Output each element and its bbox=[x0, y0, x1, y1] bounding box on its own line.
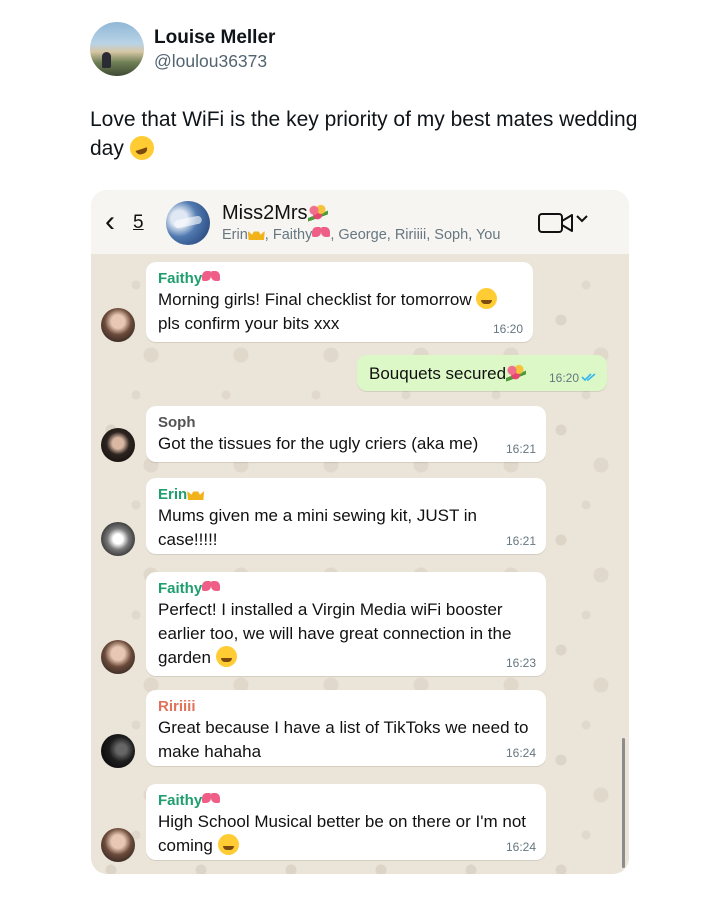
sender-name: Faithy bbox=[158, 580, 203, 597]
message-text-line: Great because I have a list of TikToks w… bbox=[158, 718, 529, 737]
bouquet-icon bbox=[506, 364, 527, 382]
message-bubble[interactable]: Faithy Perfect! I installed a Virgin Med… bbox=[146, 572, 546, 676]
message-text-line: Morning girls! Final checklist for tomor… bbox=[158, 288, 521, 312]
message-text-line: earlier too, we will have great connecti… bbox=[158, 624, 512, 643]
message-time: 16:24 bbox=[505, 746, 536, 760]
tweet-text: Love that WiFi is the key priority of my… bbox=[90, 105, 650, 163]
sender-avatar-soph[interactable] bbox=[101, 428, 135, 462]
message-time: 16:20 bbox=[492, 322, 523, 336]
message-sender: Faithy bbox=[158, 580, 534, 598]
message-text-line: coming bbox=[158, 834, 534, 858]
members-rest: , George, Ririiii, Soph, You bbox=[330, 227, 501, 243]
message-bubble[interactable]: Faithy High School Musical better be on … bbox=[146, 784, 546, 860]
message-line: Bouquets secured bbox=[369, 364, 507, 383]
message-sender: Faithy bbox=[158, 792, 534, 810]
member-faithy: , Faithy bbox=[264, 227, 313, 243]
message-time: 16:20 bbox=[549, 371, 597, 385]
bouquet-icon bbox=[307, 204, 328, 222]
crown-icon bbox=[247, 227, 265, 240]
scrollbar[interactable] bbox=[622, 738, 625, 868]
sender-avatar-faithy[interactable] bbox=[101, 640, 135, 674]
message-text-line: Got the tissues for the ugly criers (aka… bbox=[158, 434, 479, 453]
sender-name: Erin bbox=[158, 486, 188, 503]
message-time: 16:21 bbox=[505, 534, 536, 548]
message-text-line: garden bbox=[158, 646, 534, 670]
message-time: 16:23 bbox=[505, 656, 536, 670]
message-line: garden bbox=[158, 648, 211, 667]
group-name-text: Miss2Mrs bbox=[222, 202, 308, 224]
message-sender: Soph bbox=[158, 414, 196, 431]
ribbon-icon bbox=[202, 580, 220, 594]
chat-header: ‹ 5 Miss2Mrs Erin , Faithy , George, Ririi… bbox=[91, 190, 629, 254]
group-name[interactable]: Miss2Mrs bbox=[222, 202, 328, 225]
read-receipt-icon bbox=[581, 373, 596, 382]
message-line: Morning girls! Final checklist for tomor… bbox=[158, 290, 472, 309]
video-camera-icon[interactable] bbox=[538, 212, 574, 234]
member-erin: Erin bbox=[222, 227, 248, 243]
message-sender: Erin bbox=[158, 486, 534, 504]
message-time: 16:21 bbox=[505, 442, 536, 456]
hushed-face-icon bbox=[476, 288, 498, 309]
rolling-on-floor-laughing-icon bbox=[129, 136, 154, 160]
message-bubble[interactable]: Soph Got the tissues for the ugly criers… bbox=[146, 406, 546, 462]
message-sender: Faithy bbox=[158, 270, 521, 288]
sender-name: Faithy bbox=[158, 270, 203, 287]
message-text-line: Mums given me a mini sewing kit, JUST in bbox=[158, 506, 478, 525]
message-time: 16:24 bbox=[505, 840, 536, 854]
tweet-text-body: Love that WiFi is the key priority of my… bbox=[90, 108, 638, 160]
message-bubble[interactable]: Ririiii Great because I have a list of T… bbox=[146, 690, 546, 766]
unread-count[interactable]: 5 bbox=[133, 212, 144, 234]
message-bubble-outgoing[interactable]: Bouquets secured 16:20 bbox=[357, 355, 607, 391]
smirking-face-icon bbox=[215, 646, 237, 667]
sender-avatar-erin[interactable] bbox=[101, 522, 135, 556]
message-line: coming bbox=[158, 836, 213, 855]
message-text-line: case!!!!! bbox=[158, 530, 218, 549]
author-handle[interactable]: @loulou36373 bbox=[154, 51, 267, 72]
message-text-line: pls confirm your bits xxx bbox=[158, 314, 340, 333]
back-chevron-icon[interactable]: ‹ bbox=[105, 207, 115, 237]
author-avatar[interactable] bbox=[90, 22, 144, 76]
sender-avatar-ririiii[interactable] bbox=[101, 734, 135, 768]
message-sender: Ririiii bbox=[158, 698, 196, 715]
sender-avatar-faithy[interactable] bbox=[101, 308, 135, 342]
message-bubble[interactable]: Erin Mums given me a mini sewing kit, JU… bbox=[146, 478, 546, 554]
ribbon-icon bbox=[202, 792, 220, 806]
author-display-name[interactable]: Louise Meller bbox=[154, 27, 275, 49]
group-members: Erin , Faithy , George, Ririiii, Soph, You bbox=[222, 226, 500, 243]
ribbon-icon bbox=[202, 270, 220, 284]
sender-name: Faithy bbox=[158, 792, 203, 809]
crown-icon bbox=[187, 487, 205, 500]
sender-avatar-faithy[interactable] bbox=[101, 828, 135, 862]
message-text-line: Perfect! I installed a Virgin Media wiFi… bbox=[158, 600, 503, 619]
group-avatar[interactable] bbox=[166, 201, 210, 245]
chevron-down-icon[interactable] bbox=[576, 214, 588, 224]
ribbon-icon bbox=[312, 226, 330, 240]
time-text: 16:20 bbox=[548, 371, 579, 385]
chat-screenshot[interactable]: ‹ 5 Miss2Mrs Erin , Faithy , George, Ririi… bbox=[91, 190, 629, 874]
rolling-on-floor-laughing-icon bbox=[217, 834, 239, 855]
message-bubble[interactable]: Faithy Morning girls! Final checklist fo… bbox=[146, 262, 533, 342]
message-text-line: High School Musical better be on there o… bbox=[158, 812, 526, 831]
message-text-line: make hahaha bbox=[158, 742, 262, 761]
